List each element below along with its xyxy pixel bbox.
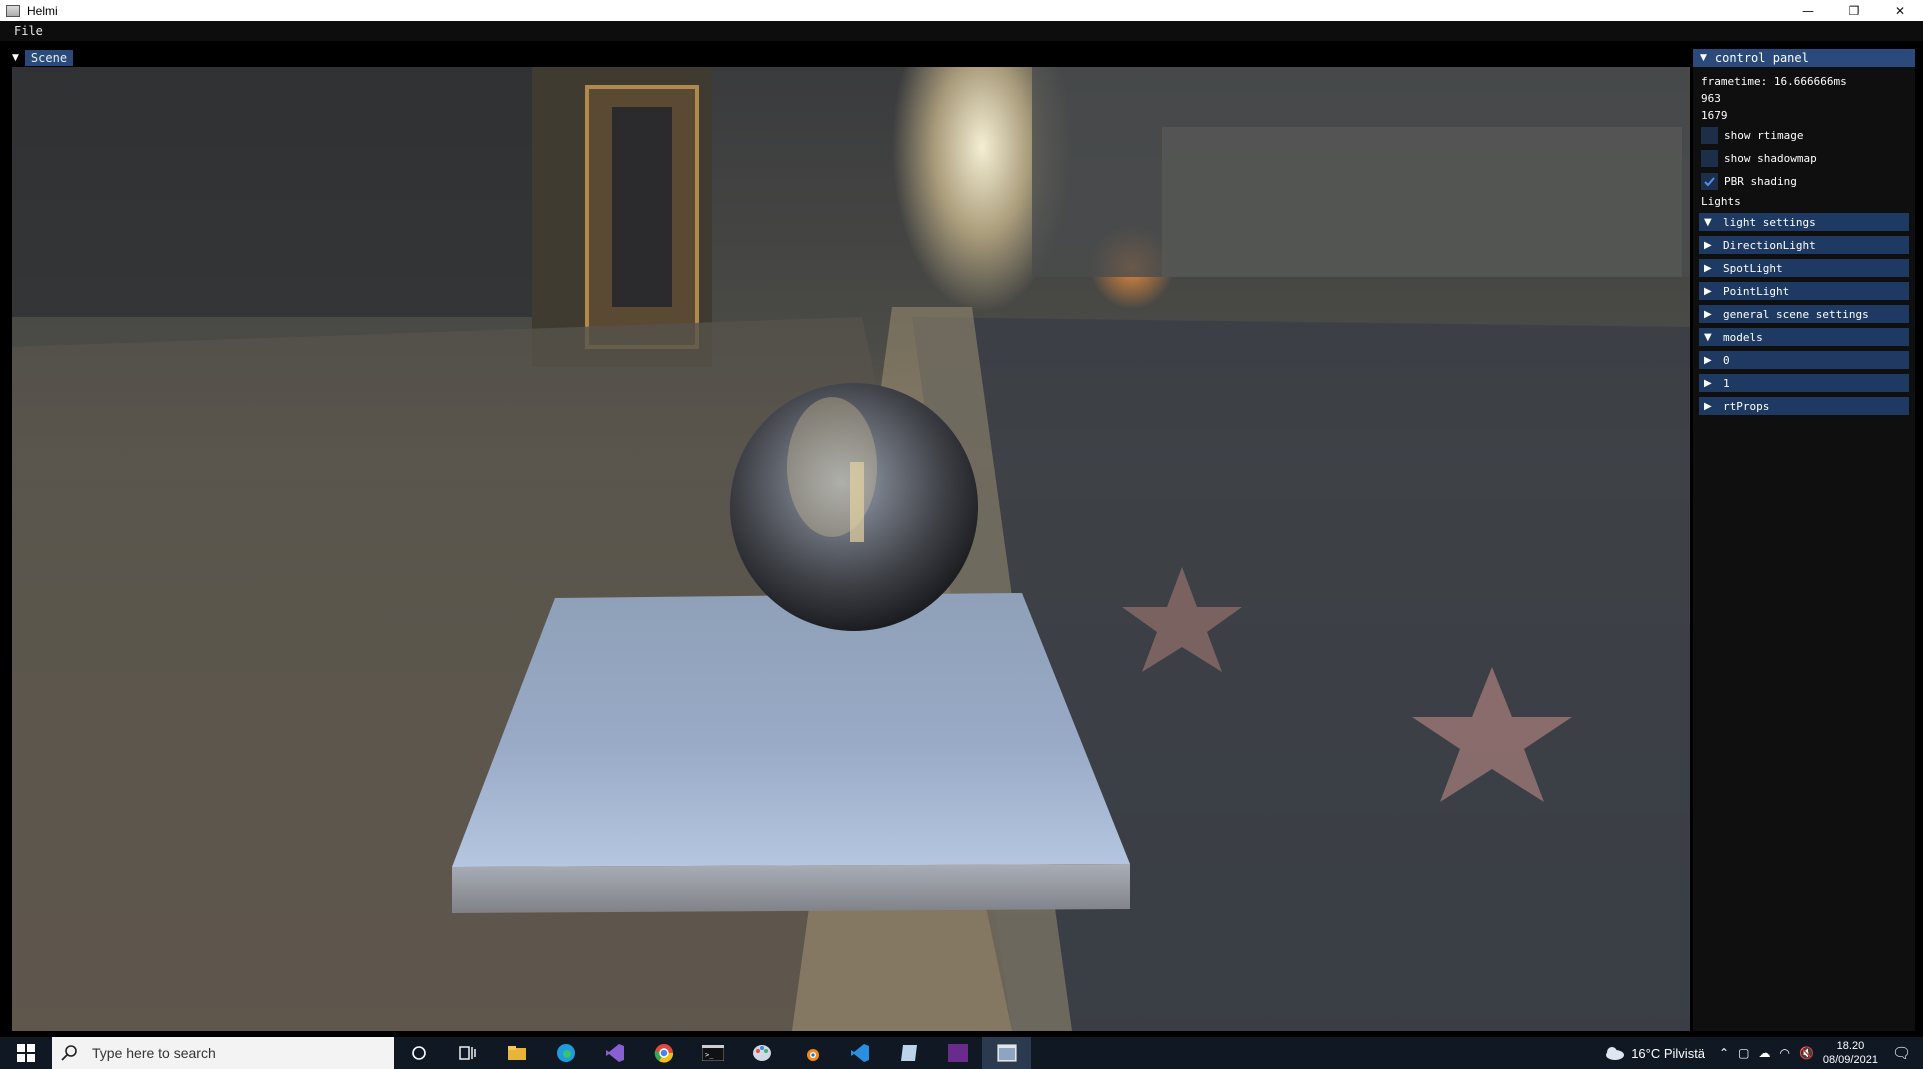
tree-node-pointlight[interactable]: ▶ PointLight [1699, 282, 1909, 300]
app-icon [6, 4, 20, 17]
clock-time: 18.20 [1836, 1040, 1865, 1052]
minimize-button[interactable]: — [1785, 0, 1831, 21]
onedrive-cloud-icon[interactable]: ☁ [1758, 1046, 1770, 1060]
triangle-right-icon: ▶ [1704, 400, 1712, 412]
volume-muted-icon[interactable]: 🔇 [1799, 1046, 1814, 1060]
visual-studio-icon[interactable] [590, 1037, 639, 1069]
checkbox-label: PBR shading [1724, 174, 1797, 188]
scene-tab[interactable]: ▼ Scene [12, 49, 74, 67]
helmi-app-taskbar-icon[interactable] [982, 1037, 1031, 1069]
cortana-icon[interactable] [394, 1037, 443, 1069]
rendered-scene [12, 67, 1690, 1031]
blender-icon[interactable] [786, 1037, 835, 1069]
tree-node-label: general scene settings [1723, 307, 1869, 321]
show-shadowmap-checkbox[interactable]: show shadowmap [1701, 149, 1817, 167]
checkmark-icon [1704, 176, 1715, 186]
window-title-bar: Helmi — ❐ ✕ [0, 0, 1923, 21]
tree-node-general-scene-settings[interactable]: ▶ general scene settings [1699, 305, 1909, 323]
tree-node-models[interactable]: ▼ models [1699, 328, 1909, 346]
pbr-shading-checkbox[interactable]: PBR shading [1701, 172, 1797, 190]
clock-date: 08/09/2021 [1822, 1054, 1878, 1066]
vscode-icon[interactable] [835, 1037, 884, 1069]
notes-app-icon[interactable] [884, 1037, 933, 1069]
windows-logo-icon [17, 1044, 35, 1062]
triangle-right-icon: ▶ [1704, 239, 1712, 251]
triangle-right-icon: ▶ [1704, 308, 1712, 320]
scene-viewport[interactable] [12, 67, 1690, 1031]
scene-tab-label[interactable]: Scene [24, 50, 74, 66]
show-rtimage-checkbox[interactable]: show rtimage [1701, 126, 1803, 144]
checkbox-label: show shadowmap [1724, 151, 1817, 165]
width-value: 963 [1701, 92, 1721, 105]
tree-node-model-1[interactable]: ▶ 1 [1699, 374, 1909, 392]
search-icon [61, 1045, 77, 1061]
checkbox-box[interactable] [1701, 172, 1718, 190]
window-controls: — ❐ ✕ [1785, 0, 1923, 21]
file-menu[interactable]: File [14, 24, 43, 38]
chrome-icon[interactable] [639, 1037, 688, 1069]
checkbox-box[interactable] [1701, 149, 1718, 167]
paint-icon[interactable] [737, 1037, 786, 1069]
notifications-icon[interactable]: 🗨 [1892, 1044, 1911, 1062]
search-placeholder: Type here to search [92, 1045, 216, 1061]
tree-node-rtprops[interactable]: ▶ rtProps [1699, 397, 1909, 415]
taskbar-search-box[interactable]: Type here to search [52, 1037, 394, 1069]
menu-bar: File [0, 21, 1923, 41]
lights-label: Lights [1701, 195, 1741, 208]
control-panel: ▼ control panel frametime: 16.666666ms 9… [1693, 49, 1915, 1031]
tree-node-directionlight[interactable]: ▶ DirectionLight [1699, 236, 1909, 254]
system-tray: 16°C Pilvistä ⌃ ▢ ☁ ◠ 🔇 18.20 08/09/2021… [1603, 1037, 1923, 1069]
checkbox-box[interactable] [1701, 126, 1718, 144]
tree-node-label: 1 [1723, 376, 1730, 390]
file-explorer-icon[interactable] [492, 1037, 541, 1069]
triangle-down-icon: ▼ [1704, 216, 1712, 228]
media-app-icon[interactable] [933, 1037, 982, 1069]
taskbar: Type here to search >_ 16°C Pilvistä ⌃ ▢… [0, 1037, 1923, 1069]
height-value: 1679 [1701, 109, 1728, 122]
close-button[interactable]: ✕ [1877, 0, 1923, 21]
restore-button[interactable]: ❐ [1831, 0, 1877, 21]
triangle-right-icon: ▶ [1704, 285, 1712, 297]
weather-widget[interactable]: 16°C Pilvistä [1603, 1045, 1705, 1061]
control-panel-header[interactable]: ▼ control panel [1693, 49, 1915, 67]
weather-text: 16°C Pilvistä [1631, 1045, 1706, 1061]
tree-node-model-0[interactable]: ▶ 0 [1699, 351, 1909, 369]
triangle-right-icon: ▶ [1704, 262, 1712, 274]
terminal-icon[interactable]: >_ [688, 1037, 737, 1069]
device-icon[interactable]: ▢ [1738, 1046, 1749, 1060]
triangle-right-icon: ▶ [1704, 354, 1712, 366]
control-panel-title: control panel [1714, 51, 1809, 65]
tree-node-label: models [1723, 330, 1763, 344]
triangle-right-icon: ▶ [1704, 377, 1712, 389]
window-title: Helmi [27, 3, 58, 18]
chevron-up-icon[interactable]: ⌃ [1719, 1046, 1729, 1060]
triangle-down-icon[interactable]: ▼ [1700, 53, 1707, 63]
tree-node-label: light settings [1723, 215, 1816, 229]
task-view-icon[interactable] [443, 1037, 492, 1069]
cloud-icon [1606, 1047, 1625, 1060]
frametime-text: frametime: 16.666666ms [1701, 75, 1847, 88]
tree-node-spotlight[interactable]: ▶ SpotLight [1699, 259, 1909, 277]
wifi-icon[interactable]: ◠ [1779, 1046, 1789, 1060]
start-button[interactable] [0, 1037, 52, 1069]
edge-browser-icon[interactable] [541, 1037, 590, 1069]
tree-node-label: 0 [1723, 353, 1730, 367]
triangle-down-icon: ▼ [1704, 331, 1712, 343]
tree-node-label: SpotLight [1723, 261, 1783, 275]
tree-node-label: rtProps [1723, 399, 1770, 413]
triangle-down-icon[interactable]: ▼ [12, 53, 19, 63]
svg-text:>_: >_ [705, 1051, 714, 1059]
clock[interactable]: 18.20 08/09/2021 [1823, 1039, 1878, 1067]
tree-node-label: PointLight [1723, 284, 1790, 298]
checkbox-label: show rtimage [1724, 128, 1804, 142]
tree-node-label: DirectionLight [1723, 238, 1816, 252]
tree-node-light-settings[interactable]: ▼ light settings [1699, 213, 1909, 231]
